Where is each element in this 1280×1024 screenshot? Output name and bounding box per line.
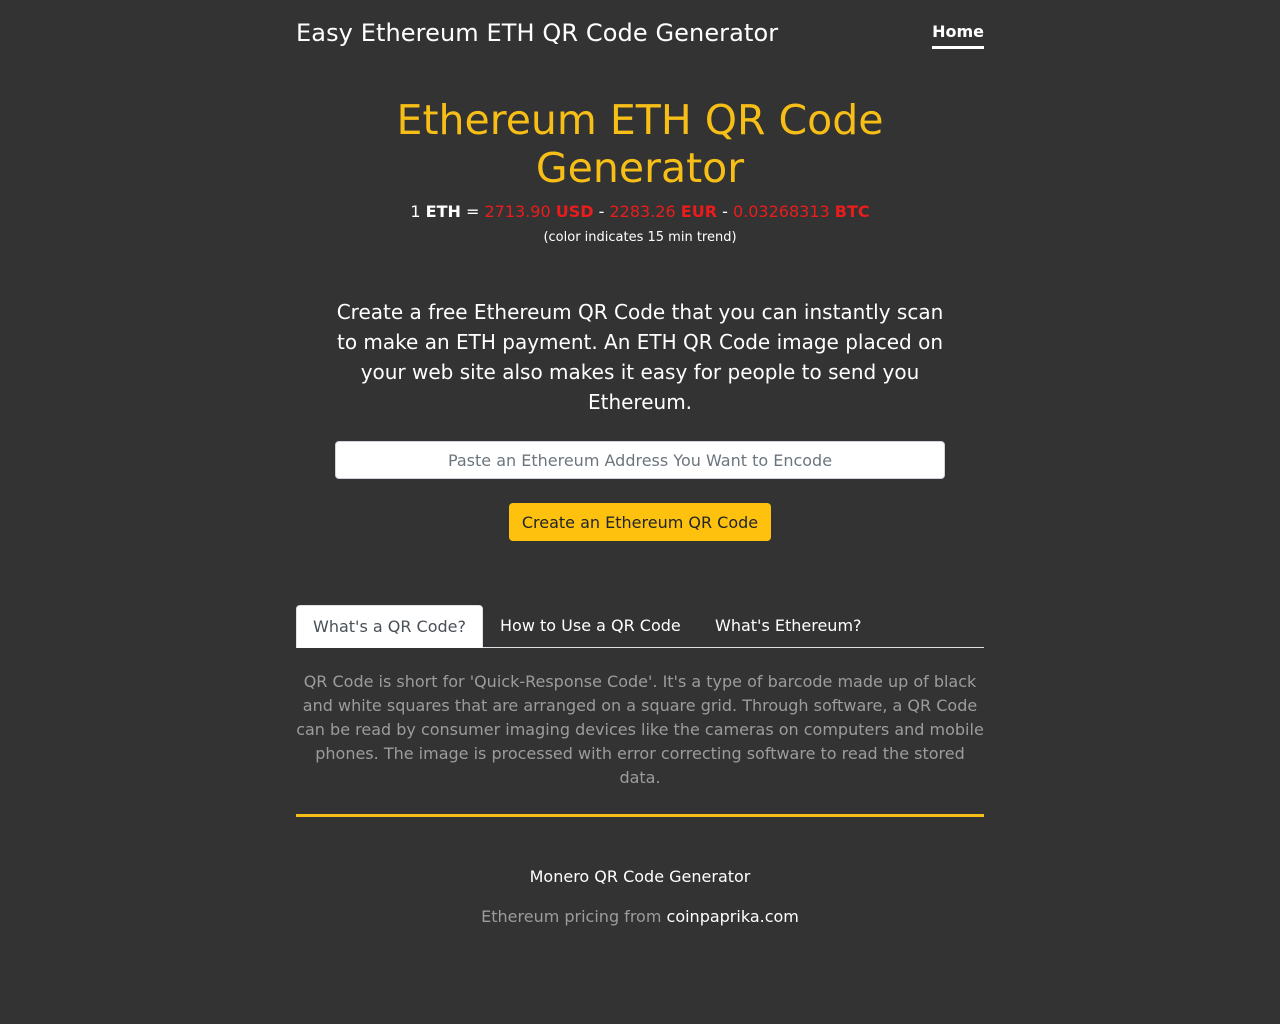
section-divider — [296, 814, 984, 817]
info-tabs: What's a QR Code? How to Use a QR Code W… — [296, 605, 984, 648]
tab-panel-text: QR Code is short for 'Quick-Response Cod… — [296, 672, 984, 787]
price-ticker: 1 ETH = 2713.90 USD - 2283.26 EUR - 0.03… — [296, 202, 984, 221]
page-container: Easy Ethereum ETH QR Code Generator Home… — [296, 0, 984, 1024]
tab-whats-ethereum[interactable]: What's Ethereum? — [715, 605, 862, 647]
trend-note: (color indicates 15 min trend) — [543, 230, 737, 245]
intro-text: Create a free Ethereum QR Code that you … — [336, 300, 944, 414]
pricing-credit: Ethereum pricing from coinpaprika.com — [296, 907, 984, 926]
tab-whats-qr-code[interactable]: What's a QR Code? — [296, 605, 483, 648]
price-separator: - — [598, 202, 605, 221]
create-qr-button[interactable]: Create an Ethereum QR Code — [509, 503, 771, 541]
site-header: Easy Ethereum ETH QR Code Generator Home — [296, 18, 984, 54]
eur-symbol: EUR — [680, 202, 718, 221]
tab-how-to-use[interactable]: How to Use a QR Code — [500, 605, 681, 647]
site-brand[interactable]: Easy Ethereum ETH QR Code Generator — [296, 19, 778, 47]
btc-symbol: BTC — [834, 202, 870, 221]
eur-price: 2283.26 — [609, 202, 676, 221]
btc-price: 0.03268313 — [732, 202, 830, 221]
price-separator: - — [722, 202, 728, 221]
unit-amount: 1 — [410, 202, 421, 221]
nav-home-link[interactable]: Home — [932, 22, 984, 49]
monero-generator-link[interactable]: Monero QR Code Generator — [296, 867, 984, 886]
equals-sign: = — [465, 202, 480, 221]
coinpaprika-link[interactable]: coinpaprika.com — [667, 907, 799, 926]
unit-symbol: ETH — [425, 202, 461, 221]
usd-symbol: USD — [555, 202, 594, 221]
page-title: Ethereum ETH QR Code Generator — [396, 96, 884, 192]
address-input[interactable] — [335, 441, 945, 479]
credit-prefix: Ethereum pricing from — [481, 907, 662, 926]
usd-price: 2713.90 — [484, 202, 551, 221]
